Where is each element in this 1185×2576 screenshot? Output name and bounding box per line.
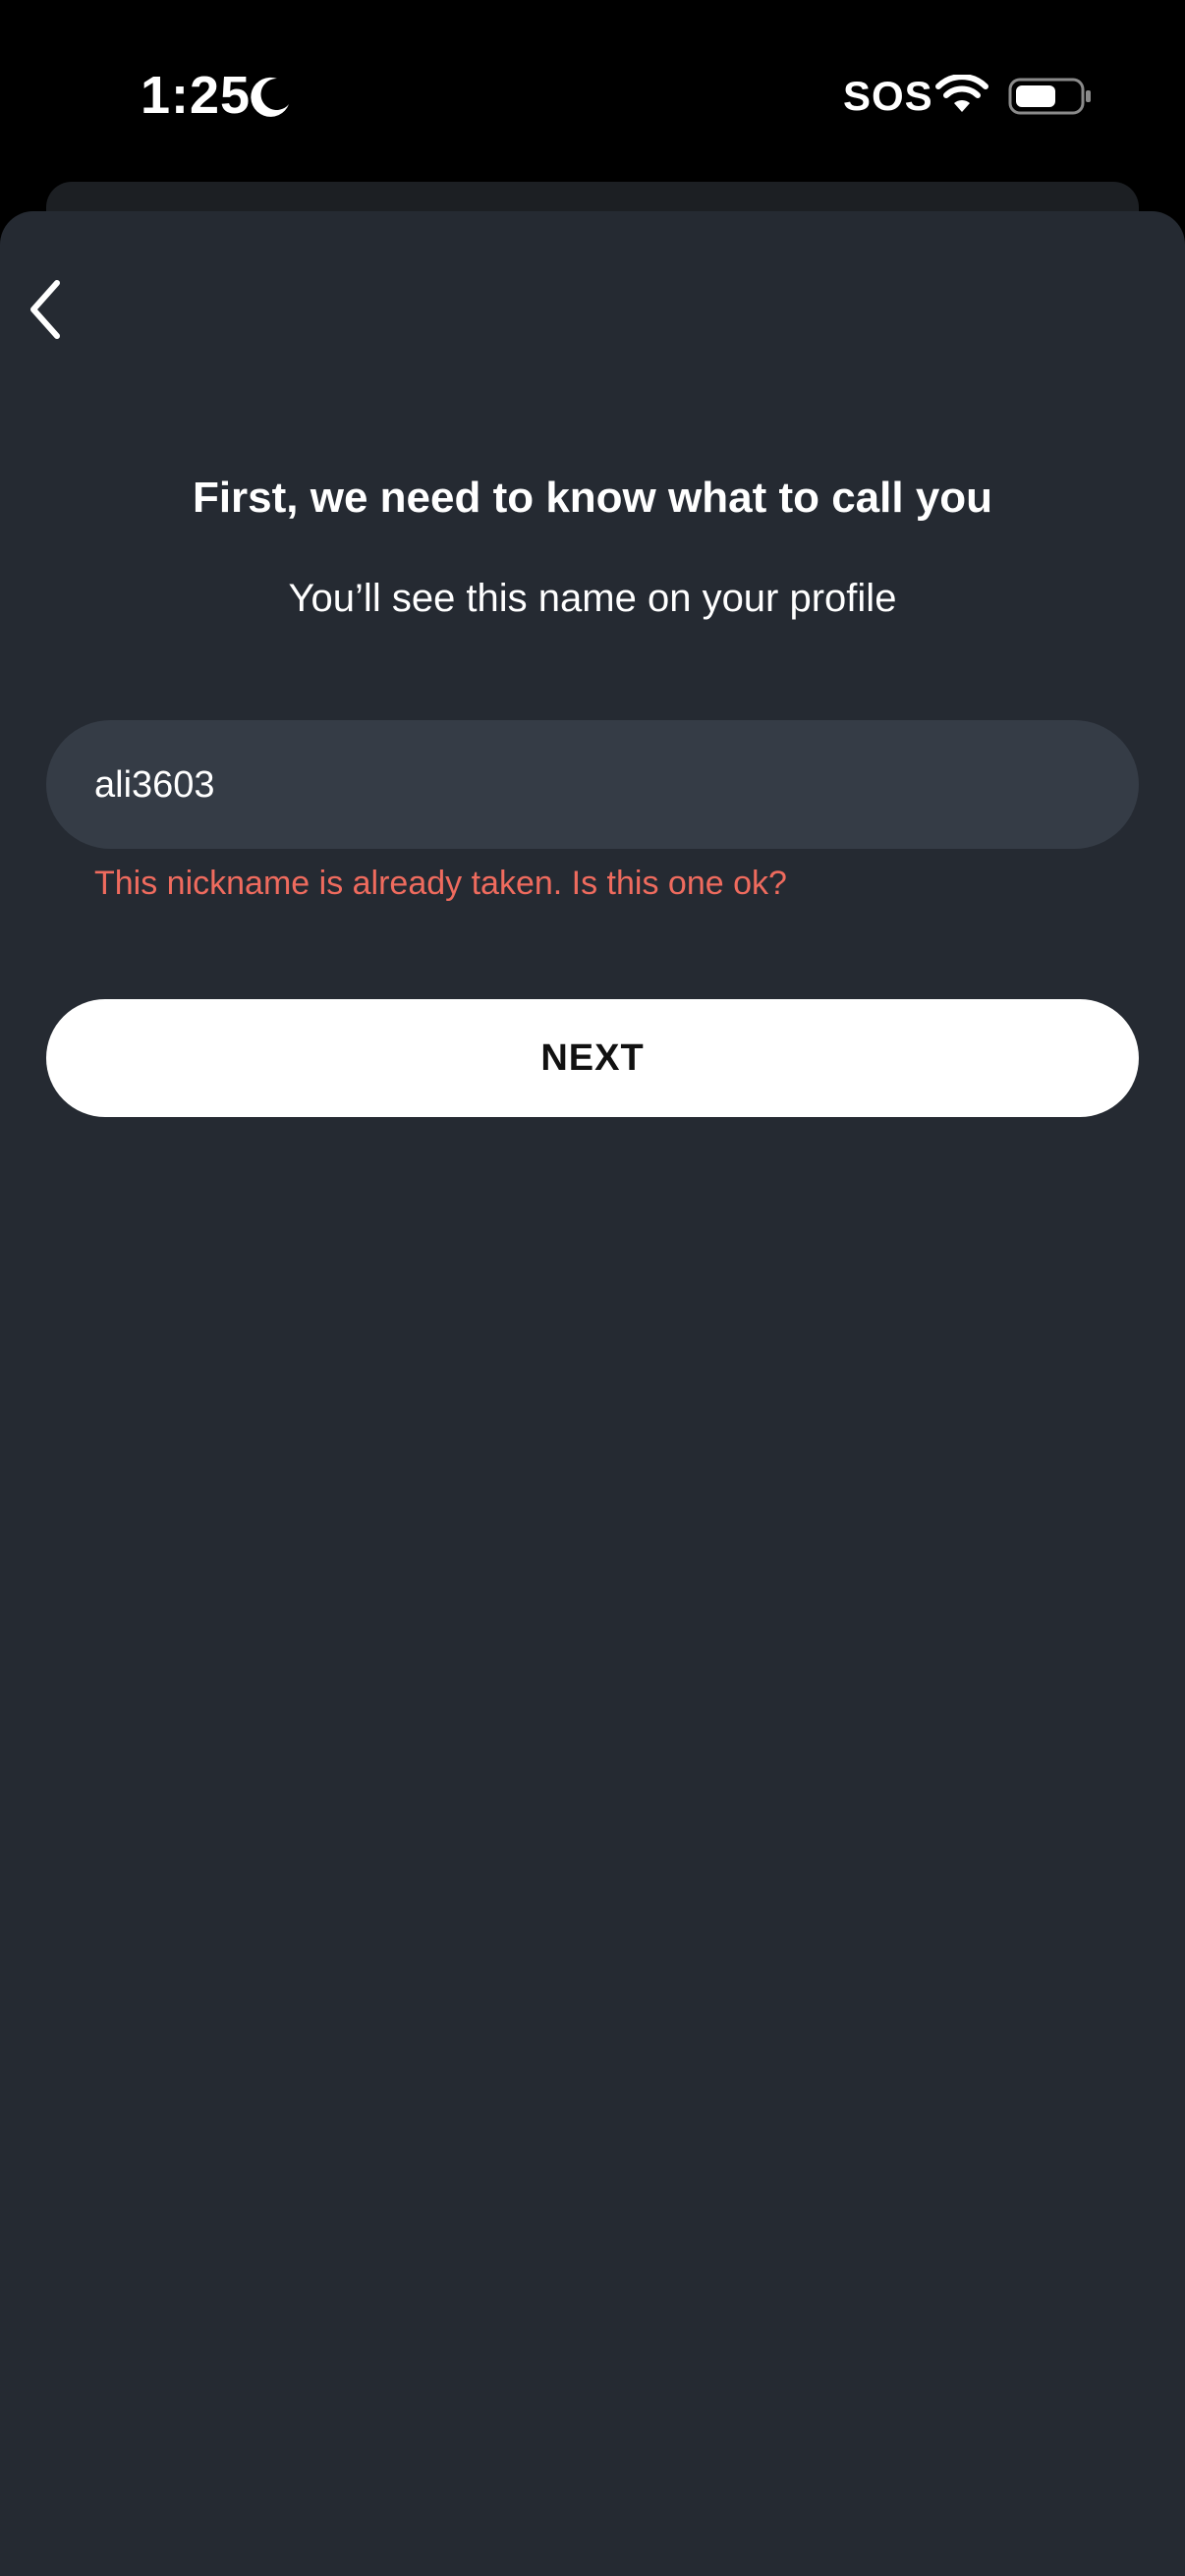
page-subtitle: You’ll see this name on your profile <box>288 577 897 620</box>
nickname-input[interactable] <box>94 759 1077 810</box>
chevron-left-icon <box>30 280 60 339</box>
screen: 1:25 SOS First, we need to know what to … <box>0 0 1185 2576</box>
moon-icon <box>251 77 289 117</box>
nickname-error-message: This nickname is already taken. Is this … <box>94 865 787 902</box>
back-button[interactable] <box>14 260 77 359</box>
status-bar: 1:25 SOS <box>0 0 1185 187</box>
nickname-field[interactable] <box>46 720 1139 849</box>
sos-label: SOS <box>843 73 933 119</box>
next-button[interactable]: NEXT <box>46 999 1139 1117</box>
wifi-icon <box>935 75 988 112</box>
battery-icon <box>1008 78 1091 115</box>
nickname-sheet: First, we need to know what to call you … <box>0 211 1185 2576</box>
page-title: First, we need to know what to call you <box>192 474 993 522</box>
status-time: 1:25 <box>141 66 252 125</box>
